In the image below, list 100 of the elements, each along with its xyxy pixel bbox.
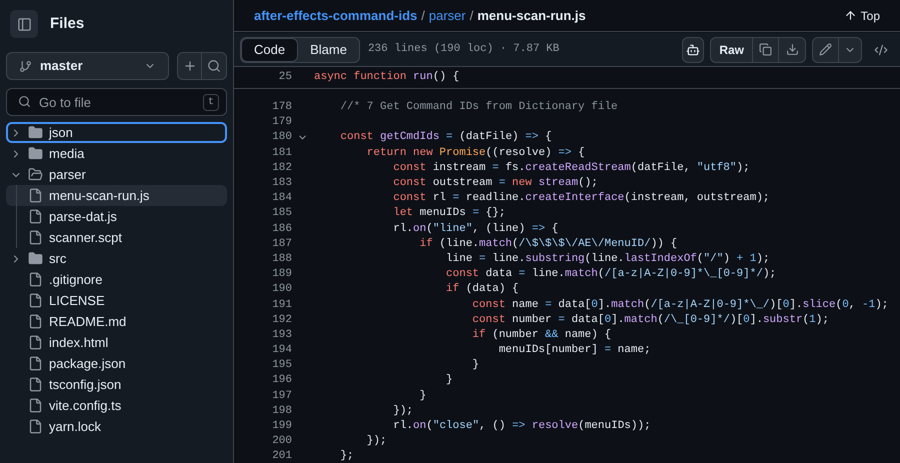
code-token: , (line) [472, 222, 526, 235]
code-token: line. [491, 252, 526, 265]
code-token: rl. [392, 420, 414, 432]
code-token: ); [762, 268, 776, 280]
code-token: 0 [782, 298, 790, 311]
file-icon [28, 293, 43, 308]
search-icon [18, 95, 31, 108]
line-number: 199 [271, 419, 292, 434]
collapse-sidebar-button[interactable] [10, 10, 38, 38]
copy-icon [759, 43, 772, 56]
code-token: substr [762, 314, 803, 326]
code-token: const [392, 162, 428, 174]
code-token: ( [426, 222, 433, 235]
repo-link[interactable]: after-effects-command-ids [254, 6, 418, 26]
file-item[interactable]: yarn.lock [6, 416, 227, 437]
code-token: => [558, 146, 572, 159]
code-token: () { [432, 71, 460, 83]
file-icon [28, 272, 43, 287]
code-token: , () [479, 420, 506, 432]
folder-item[interactable]: media [6, 143, 227, 164]
line-number: 197 [271, 388, 292, 404]
code-token: line [445, 252, 474, 265]
code-token: "/" [704, 252, 724, 265]
path-separator: / [421, 6, 425, 25]
code-token: "line" [432, 222, 472, 235]
code-token: = [492, 162, 499, 174]
code-token: data[ [557, 298, 592, 311]
code-token: 0 [591, 298, 598, 311]
line-number: 25 [278, 70, 292, 85]
line-number: 192 [271, 312, 292, 328]
file-item[interactable]: parse-dat.js [6, 206, 227, 227]
code-icon [874, 42, 888, 56]
folder-item[interactable]: parser [6, 164, 227, 185]
code-token: Promise [439, 146, 486, 159]
code-token: fs. [504, 162, 526, 174]
code-token: match [564, 268, 598, 280]
file-item[interactable]: scanner.scpt [6, 227, 227, 248]
code-token: rl. [392, 222, 414, 235]
sidebar-panel-icon [16, 16, 32, 32]
line-number: 178 [271, 100, 292, 116]
file-item[interactable]: README.md [6, 311, 227, 332]
code-token: { [550, 222, 558, 235]
file-item[interactable]: vite.config.ts [6, 395, 227, 416]
file-item[interactable]: tsconfig.json [6, 374, 227, 395]
file-item[interactable]: package.json [6, 353, 227, 374]
code-token: } [418, 390, 426, 402]
code-token: /[a-z|A-Z|0-9]*\_[0-9]*/ [604, 268, 763, 280]
code-token: //* 7 Get Command IDs from Dictionary file [339, 101, 618, 114]
code-token: /\$\$\$\/AE\/MenuID/ [518, 238, 651, 250]
file-item[interactable]: index.html [6, 332, 227, 353]
code-token: ( [644, 298, 651, 311]
code-token: => [525, 131, 538, 144]
view-tab[interactable]: Blame [298, 38, 359, 62]
code-token: match [479, 238, 512, 250]
code-token: = [545, 298, 552, 311]
folder-item[interactable]: json [6, 122, 227, 143]
code-token: const [339, 131, 374, 144]
file-item[interactable]: LICENSE [6, 290, 227, 311]
branch-selector[interactable]: master [6, 52, 169, 80]
copilot-button[interactable] [682, 36, 704, 62]
code-token: (line. [584, 252, 624, 265]
code-token: ]. [611, 314, 624, 326]
line-number: 184 [271, 191, 292, 206]
line-number: 185 [271, 206, 292, 222]
branch-icon [19, 60, 32, 72]
code-token: => [512, 420, 526, 432]
code-token: menuIDs [420, 207, 467, 220]
code-token: name; [616, 344, 651, 356]
path-separator: / [470, 6, 474, 25]
view-tab[interactable]: Code [241, 38, 298, 62]
code-token: lastIndexOf [624, 252, 697, 265]
code-token: )) { [650, 238, 678, 250]
shortcut-key: t [202, 94, 219, 111]
folder-link[interactable]: parser [428, 6, 466, 26]
line-number: 187 [271, 236, 292, 252]
code-token: ); [875, 298, 888, 311]
top-link[interactable]: Top [844, 6, 880, 24]
code-token: ( [426, 420, 433, 432]
file-item[interactable]: .gitignore [6, 269, 227, 290]
line-number: 186 [271, 222, 292, 237]
code-token: ); [816, 314, 829, 326]
code-token: on [413, 222, 426, 235]
code-token: if [418, 238, 434, 250]
code-token: (datFile, [630, 162, 692, 174]
code-token: ( [836, 298, 842, 311]
code-token: name [512, 298, 540, 311]
folder-item[interactable]: src [6, 248, 227, 269]
code-token: const [392, 192, 428, 204]
code-token: (menuIDs)); [578, 420, 651, 432]
file-icon [28, 188, 43, 203]
code-token: 0 [743, 314, 750, 326]
code-token: )[ [730, 314, 744, 326]
code-token: && [545, 328, 558, 341]
code-token: ( [696, 252, 704, 265]
code-token: + [736, 252, 744, 265]
line-number: 190 [271, 282, 292, 298]
code-token: ); [756, 252, 770, 265]
code-token: ( [512, 238, 519, 250]
code-token: 1 [748, 252, 756, 265]
file-item[interactable]: menu-scan-run.js [6, 185, 227, 206]
